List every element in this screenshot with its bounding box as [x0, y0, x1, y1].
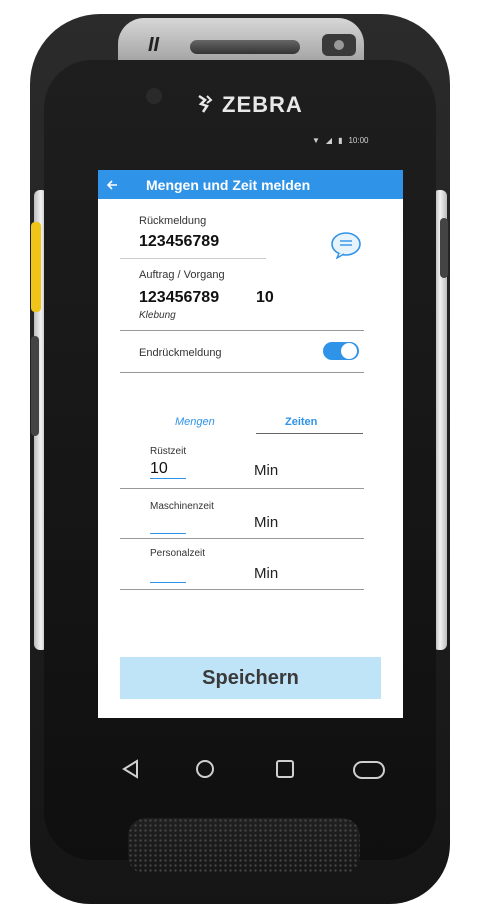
setup-time-label: Rüstzeit	[150, 446, 187, 457]
page-title: Mengen und Zeit melden	[146, 176, 311, 193]
final-confirmation-toggle[interactable]	[323, 342, 359, 360]
toggle-knob	[341, 343, 357, 359]
order-description: Klebung	[139, 310, 176, 321]
rear-camera-lens	[334, 40, 344, 50]
personnel-time-label: Personalzeit	[150, 548, 206, 559]
nav-keyboard-icon[interactable]	[352, 760, 386, 780]
machine-time-input[interactable]	[150, 515, 186, 534]
nav-recent-icon[interactable]	[274, 758, 296, 780]
divider	[120, 372, 364, 373]
order-number: 123456789	[139, 289, 220, 306]
save-button[interactable]: Speichern	[120, 657, 381, 699]
personnel-time-unit: Min	[254, 565, 279, 582]
save-button-label: Speichern	[202, 666, 299, 689]
tab-mengen[interactable]: Mengen	[175, 416, 215, 428]
signal-icon: ◢	[325, 136, 333, 145]
back-button[interactable]	[98, 170, 126, 199]
nav-home-icon[interactable]	[194, 758, 216, 780]
tab-underline	[256, 433, 363, 434]
device-top-slot	[190, 40, 300, 54]
scan-button[interactable]	[31, 222, 41, 312]
nav-back-icon[interactable]	[120, 758, 142, 780]
app-screen: Mengen und Zeit melden Rückmeldung 12345…	[98, 170, 403, 718]
zebra-logo-icon	[198, 94, 213, 113]
tab-zeiten[interactable]: Zeiten	[285, 416, 317, 428]
operation-number: 10	[256, 289, 274, 306]
device-top-ident: II	[148, 34, 160, 56]
battery-icon: ▮	[338, 136, 343, 145]
wifi-icon: ▼	[312, 136, 320, 145]
order-label: Auftrag / Vorgang	[139, 269, 225, 281]
divider	[120, 538, 364, 539]
setup-time-unit: Min	[254, 462, 279, 479]
back-arrow-icon	[106, 179, 117, 190]
divider	[120, 488, 364, 489]
status-bar: ▼ ◢ ▮ 10:00	[312, 136, 369, 145]
brand-logo-text: ZEBRA	[222, 92, 303, 117]
confirmation-label: Rückmeldung	[139, 215, 207, 227]
machine-time-label: Maschinenzeit	[150, 501, 214, 512]
status-time: 10:00	[348, 136, 369, 145]
front-camera	[146, 88, 162, 104]
chat-icon[interactable]	[330, 231, 362, 259]
personnel-time-input[interactable]	[150, 564, 186, 583]
divider	[120, 589, 364, 590]
machine-time-unit: Min	[254, 514, 279, 531]
divider	[120, 258, 266, 259]
speaker-grille	[128, 818, 360, 874]
volume-key[interactable]	[31, 336, 39, 436]
final-confirmation-label: Endrückmeldung	[139, 347, 222, 359]
confirmation-number: 123456789	[139, 233, 220, 250]
app-bar: Mengen und Zeit melden	[98, 170, 403, 199]
power-key[interactable]	[440, 218, 448, 278]
divider	[120, 330, 364, 331]
setup-time-input[interactable]	[150, 460, 186, 479]
